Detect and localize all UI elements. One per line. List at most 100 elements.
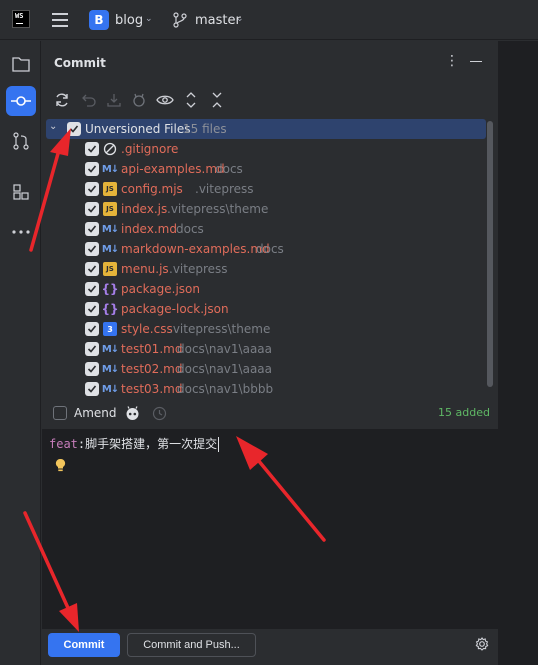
options-menu-icon[interactable]: ⋮ [445, 53, 459, 69]
chevron-down-icon[interactable]: ⌄ [49, 121, 57, 132]
file-checkbox[interactable] [85, 362, 99, 376]
expand-all-icon[interactable] [182, 91, 200, 109]
changes-tree: ⌄ Unversioned Files 15 files .gitignore … [42, 117, 498, 401]
amend-label[interactable]: Amend [74, 406, 117, 420]
structure-icon [13, 184, 29, 200]
list-item[interactable]: {} package-lock.json [42, 299, 498, 319]
file-checkbox[interactable] [85, 262, 99, 276]
javascript-file-icon: JS [103, 262, 117, 276]
vertical-scrollbar[interactable] [487, 121, 493, 387]
file-checkbox[interactable] [85, 302, 99, 316]
rollback-icon[interactable] [80, 91, 98, 109]
file-directory: docs [215, 162, 243, 176]
refresh-icon[interactable] [53, 91, 71, 109]
file-name: markdown-examples.md [121, 242, 270, 256]
project-name[interactable]: blog [115, 13, 143, 28]
json-file-icon: {} [101, 282, 119, 296]
list-item[interactable]: M↓ test02.md docs\nav1\aaaa [42, 359, 498, 379]
file-directory: docs [176, 222, 204, 236]
commit-panel: Commit ⋮ ⌄ Unversioned Files 15 files .g… [42, 41, 498, 665]
git-branch-icon[interactable] [173, 12, 187, 28]
markdown-file-icon: M↓ [101, 343, 119, 355]
file-name: package.json [121, 282, 201, 296]
pull-requests-tool-button[interactable] [6, 126, 36, 156]
file-name: config.mjs [121, 182, 183, 196]
more-icon [12, 230, 30, 234]
branch-name[interactable]: master [195, 13, 241, 28]
chevron-down-icon[interactable]: ⌄ [236, 14, 244, 24]
webstorm-logo[interactable]: WS [12, 10, 30, 28]
commit-tool-button[interactable] [6, 86, 36, 116]
project-tool-button[interactable] [6, 49, 36, 79]
commit-and-push-button[interactable]: Commit and Push... [127, 633, 256, 657]
more-tools-button[interactable] [6, 217, 36, 247]
file-checkbox[interactable] [85, 342, 99, 356]
amend-row: Amend 15 added [42, 401, 498, 427]
commit-button[interactable]: Commit [48, 633, 120, 657]
commit-toolbar [42, 87, 498, 113]
file-name: menu.js [121, 262, 169, 276]
list-item[interactable]: {} package.json [42, 279, 498, 299]
file-directory: docs\nav1\aaaa [177, 342, 273, 356]
list-item[interactable]: M↓ test03.md docs\nav1\bbbb [42, 379, 498, 399]
update-icon[interactable] [105, 91, 123, 109]
file-checkbox[interactable] [85, 182, 99, 196]
project-badge[interactable]: B [89, 10, 109, 30]
list-item[interactable]: M↓ api-examples.md docs [42, 159, 498, 179]
markdown-file-icon: M↓ [101, 363, 119, 375]
list-item[interactable]: .gitignore [42, 139, 498, 159]
unversioned-files-group[interactable]: ⌄ Unversioned Files 15 files [46, 119, 486, 139]
main-menu-icon[interactable] [52, 13, 68, 27]
list-item[interactable]: M↓ markdown-examples.md docs [42, 239, 498, 259]
file-directory: docs\nav1\aaaa [177, 362, 273, 376]
file-checkbox[interactable] [85, 282, 99, 296]
logo-text: WS [15, 12, 24, 20]
list-item[interactable]: 3 style.css .vitepress\theme [42, 319, 498, 339]
javascript-file-icon: JS [103, 182, 117, 196]
editor-area[interactable] [498, 41, 538, 665]
file-checkbox[interactable] [85, 202, 99, 216]
list-item[interactable]: JS menu.js .vitepress [42, 259, 498, 279]
list-item[interactable]: M↓ index.md docs [42, 219, 498, 239]
chevron-down-icon[interactable]: ⌄ [145, 14, 153, 24]
file-checkbox[interactable] [85, 222, 99, 236]
title-bar: WS B blog ⌄ master ⌄ [0, 0, 538, 40]
group-count: 15 files [183, 122, 227, 136]
markdown-file-icon: M↓ [101, 383, 119, 395]
markdown-file-icon: M↓ [101, 243, 119, 255]
amend-checkbox[interactable] [53, 406, 67, 420]
list-item[interactable]: JS index.js .vitepress\theme [42, 199, 498, 219]
file-name: style.css [121, 322, 173, 336]
file-checkbox[interactable] [85, 242, 99, 256]
minimize-icon[interactable] [470, 61, 482, 62]
file-name: test02.md [121, 362, 183, 376]
collapse-all-icon[interactable] [208, 91, 226, 109]
ai-assistant-icon[interactable] [125, 406, 140, 421]
css-file-icon: 3 [103, 322, 117, 336]
file-directory: .vitepress [195, 182, 254, 196]
commit-message-text[interactable]: feat:脚手架搭建，第一次提交 [49, 435, 220, 452]
list-item[interactable]: M↓ test01.md docs\nav1\aaaa [42, 339, 498, 359]
file-checkbox[interactable] [85, 142, 99, 156]
panel-title: Commit [54, 56, 106, 70]
file-name: test03.md [121, 382, 183, 396]
list-item[interactable]: JS config.mjs .vitepress [42, 179, 498, 199]
file-name: .gitignore [121, 142, 179, 156]
file-name: api-examples.md [121, 162, 225, 176]
markdown-file-icon: M↓ [101, 223, 119, 235]
lightbulb-icon[interactable] [55, 458, 66, 472]
group-checkbox[interactable] [67, 122, 81, 136]
file-directory: .vitepress\theme [169, 322, 271, 336]
file-checkbox[interactable] [85, 322, 99, 336]
shelve-icon[interactable] [130, 91, 148, 109]
eye-icon[interactable] [156, 91, 174, 109]
commit-message-input[interactable]: feat:脚手架搭建，第一次提交 [42, 429, 498, 629]
file-checkbox[interactable] [85, 162, 99, 176]
folder-icon [12, 57, 30, 72]
file-checkbox[interactable] [85, 382, 99, 396]
gear-icon[interactable] [475, 637, 489, 651]
file-directory: docs [256, 242, 284, 256]
structure-tool-button[interactable] [6, 177, 36, 207]
file-directory: .vitepress [169, 262, 228, 276]
clock-icon[interactable] [152, 406, 167, 421]
